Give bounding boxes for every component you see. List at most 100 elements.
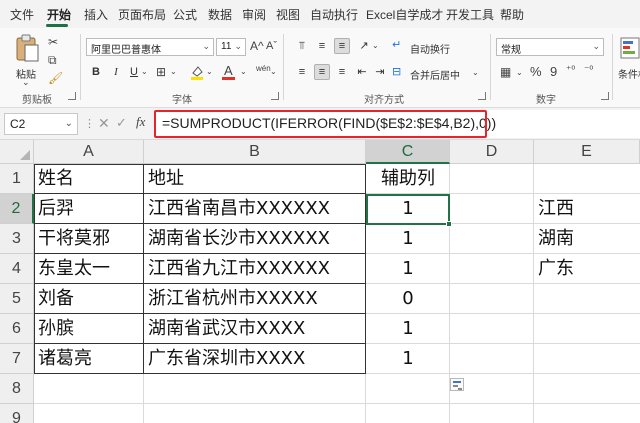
align-top-icon[interactable]: ⫪ <box>294 38 310 54</box>
cell-a7[interactable]: 诸葛亮 <box>34 344 144 374</box>
insert-function-button[interactable]: fx <box>136 114 145 130</box>
comma-style-icon[interactable]: 9 <box>550 65 557 78</box>
tab-developer[interactable]: 开发工具 <box>446 6 494 23</box>
cell-b1[interactable]: 地址 <box>144 164 366 194</box>
cut-icon[interactable]: ✂ <box>48 36 58 48</box>
fill-color-icon[interactable] <box>190 64 204 81</box>
cell-c4[interactable]: 1 <box>366 254 450 284</box>
tab-view[interactable]: 视图 <box>276 6 300 23</box>
row-header-4[interactable]: 4 <box>0 254 34 284</box>
cell-b3[interactable]: 湖南省长沙市XXXXXX <box>144 224 366 254</box>
number-format-dropdown[interactable]: 常规 ⌄ <box>496 38 604 56</box>
cell-a2[interactable]: 后羿 <box>34 194 144 224</box>
cell-b7[interactable]: 广东省深圳市XXXX <box>144 344 366 374</box>
align-center-icon[interactable]: ≡ <box>314 64 330 80</box>
select-all-button[interactable] <box>0 140 34 164</box>
chevron-down-icon[interactable]: ⌄ <box>516 69 523 77</box>
cell-e3[interactable]: 湖南 <box>534 224 640 254</box>
row-header-5[interactable]: 5 <box>0 284 34 314</box>
paste-icon[interactable] <box>14 34 40 64</box>
cell-b6[interactable]: 湖南省武汉市XXXX <box>144 314 366 344</box>
decrease-indent-icon[interactable]: ⇤ <box>354 64 370 80</box>
more-options-icon[interactable]: ⋮ <box>84 117 95 130</box>
row-header-3[interactable]: 3 <box>0 224 34 254</box>
align-right-icon[interactable]: ≡ <box>334 64 350 80</box>
cell-c5[interactable]: 0 <box>366 284 450 314</box>
row-header-6[interactable]: 6 <box>0 314 34 344</box>
tab-review[interactable]: 审阅 <box>242 6 266 23</box>
font-launcher-icon[interactable] <box>271 92 279 100</box>
bold-button[interactable]: B <box>88 64 104 80</box>
alignment-launcher-icon[interactable] <box>478 92 486 100</box>
row-header-1[interactable]: 1 <box>0 164 34 194</box>
column-header-b[interactable]: B <box>144 140 366 164</box>
align-middle-icon[interactable]: ≡ <box>314 38 330 54</box>
cell-b5[interactable]: 浙江省杭州市XXXXX <box>144 284 366 314</box>
tab-page-layout[interactable]: 页面布局 <box>118 6 166 23</box>
tab-insert[interactable]: 插入 <box>84 6 108 23</box>
paste-dropdown-icon[interactable]: ⌄ <box>22 78 30 87</box>
column-header-c[interactable]: C <box>366 140 450 164</box>
row-header-7[interactable]: 7 <box>0 344 34 374</box>
font-name-dropdown[interactable]: 阿里巴巴普惠体 ⌄ <box>86 38 214 56</box>
tab-home[interactable]: 开始 <box>47 6 71 23</box>
orientation-icon[interactable]: ↗ <box>356 38 372 54</box>
decrease-decimal-icon[interactable]: ⁻⁰ <box>584 66 593 76</box>
wrap-text-label[interactable]: 自动换行 <box>410 41 450 56</box>
cell-a4[interactable]: 东皇太一 <box>34 254 144 284</box>
wrap-text-icon[interactable]: ↵ <box>392 40 401 51</box>
column-header-e[interactable]: E <box>534 140 640 164</box>
phonetic-guide-icon[interactable]: wén <box>256 65 271 73</box>
auto-fill-options-icon[interactable] <box>450 378 464 391</box>
fill-handle[interactable] <box>446 221 452 227</box>
merge-center-icon[interactable]: ⊟ <box>392 67 401 78</box>
cell-b2[interactable]: 江西省南昌市XXXXXX <box>144 194 366 224</box>
chevron-down-icon[interactable]: ⌄ <box>240 68 247 76</box>
font-color-icon[interactable]: A <box>222 64 235 80</box>
cell-a5[interactable]: 刘备 <box>34 284 144 314</box>
tab-automate[interactable]: 自动执行 <box>310 6 358 23</box>
clipboard-launcher-icon[interactable] <box>68 92 76 100</box>
font-size-dropdown[interactable]: 11 ⌄ <box>216 38 246 56</box>
row-header-2[interactable]: 2 <box>0 194 34 224</box>
cell-a3[interactable]: 干将莫邪 <box>34 224 144 254</box>
tab-file[interactable]: 文件 <box>10 6 34 23</box>
cell-e4[interactable]: 广东 <box>534 254 640 284</box>
enter-icon[interactable]: ✓ <box>116 115 127 131</box>
chevron-down-icon[interactable]: ⌄ <box>472 69 479 77</box>
increase-indent-icon[interactable]: ⇥ <box>372 64 388 80</box>
row-header-8[interactable]: 8 <box>0 374 34 404</box>
cell-a1[interactable]: 姓名 <box>34 164 144 194</box>
cell-e2[interactable]: 江西 <box>534 194 640 224</box>
chevron-down-icon[interactable]: ⌄ <box>372 42 379 50</box>
merge-center-label[interactable]: 合并后居中 <box>410 67 460 82</box>
align-left-icon[interactable]: ≡ <box>294 64 310 80</box>
chevron-down-icon[interactable]: ⌄ <box>170 68 177 76</box>
conditional-formatting-icon[interactable] <box>620 36 640 60</box>
cell-b4[interactable]: 江西省九江市XXXXXX <box>144 254 366 284</box>
align-bottom-icon[interactable]: ≡ <box>334 38 350 54</box>
percent-style-icon[interactable]: % <box>530 65 542 78</box>
column-header-a[interactable]: A <box>34 140 144 164</box>
grow-font-icon[interactable]: A^ <box>250 40 264 52</box>
tab-data[interactable]: 数据 <box>208 6 232 23</box>
cell-c3[interactable]: 1 <box>366 224 450 254</box>
increase-decimal-icon[interactable]: ⁺⁰ <box>566 66 575 76</box>
conditional-formatting-label[interactable]: 条件格 <box>618 66 640 81</box>
shrink-font-icon[interactable]: Aˇ <box>266 41 277 52</box>
cell-c1[interactable]: 辅助列 <box>366 164 450 194</box>
tab-formulas[interactable]: 公式 <box>173 6 197 23</box>
chevron-down-icon[interactable]: ⌄ <box>141 68 148 76</box>
chevron-down-icon[interactable]: ⌄ <box>270 68 277 76</box>
borders-icon[interactable]: ⊞ <box>156 66 166 78</box>
underline-button[interactable]: U <box>126 64 142 80</box>
cell-c7[interactable]: 1 <box>366 344 450 374</box>
row-header-9[interactable]: 9 <box>0 404 34 423</box>
tab-excel-self-study[interactable]: Excel自学成才 <box>366 6 443 23</box>
copy-icon[interactable]: ⧉ <box>48 54 57 66</box>
column-header-d[interactable]: D <box>450 140 534 164</box>
worksheet-grid[interactable]: A B C D E 1 2 3 4 5 6 7 8 9 姓名 地址 辅助列 后羿… <box>0 140 640 423</box>
chevron-down-icon[interactable]: ⌄ <box>206 68 213 76</box>
name-box[interactable]: C2 ⌄ <box>4 113 78 135</box>
accounting-format-icon[interactable]: ▦ <box>500 66 511 78</box>
